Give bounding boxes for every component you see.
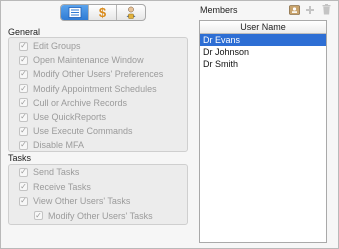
privilege-checkbox[interactable]: ✓: [19, 112, 28, 122]
privilege-checkbox[interactable]: ✓: [19, 97, 28, 108]
checkmark-icon: ✓: [20, 126, 27, 136]
privilege-checkbox[interactable]: ✓: [19, 167, 28, 177]
members-title: Members: [200, 5, 238, 15]
general-privilege-row: ✓ Cull or Archive Records: [19, 97, 127, 109]
general-privilege-row: ✓ Use QuickReports: [19, 111, 106, 123]
tab-security-privileges[interactable]: [117, 5, 145, 20]
column-header-user-name[interactable]: User Name: [200, 21, 326, 34]
member-row[interactable]: Dr Smith: [200, 58, 326, 70]
tasks-privilege-row: ✓ Receive Tasks: [19, 181, 91, 193]
checkmark-icon: ✓: [20, 41, 27, 50]
general-privilege-row: ✓ Use Execute Commands: [19, 125, 133, 137]
privilege-label: Edit Groups: [33, 41, 81, 51]
privilege-checkbox[interactable]: ✓: [19, 41, 28, 51]
tab-general-privileges[interactable]: [61, 5, 89, 20]
privilege-checkbox[interactable]: ✓: [19, 196, 28, 206]
privilege-label: Use Execute Commands: [33, 126, 133, 137]
add-member-icon[interactable]: [304, 4, 316, 15]
general-privilege-row: ✓ Modify Other Users' Preferences: [19, 68, 163, 80]
privilege-label: Open Maintenance Window: [33, 55, 144, 66]
checkmark-icon: ✓: [20, 97, 27, 107]
tasks-privilege-row: ✓ Send Tasks: [19, 166, 79, 178]
privilege-label: View Other Users' Tasks: [33, 196, 131, 206]
tasks-privilege-row: ✓ Modify Other Users' Tasks: [34, 210, 153, 222]
privilege-label: Modify Other Users' Preferences: [33, 69, 164, 80]
privilege-checkbox[interactable]: ✓: [19, 83, 28, 94]
privilege-label: Use QuickReports: [33, 112, 107, 122]
privilege-label: Receive Tasks: [33, 181, 91, 192]
privilege-checkbox[interactable]: ✓: [19, 69, 28, 79]
checkmark-icon: ✓: [20, 69, 27, 79]
checkmark-icon: ✓: [20, 112, 27, 121]
general-privilege-row: ✓ Open Maintenance Window: [19, 54, 144, 66]
privilege-category-segmented-control: $: [60, 4, 146, 21]
checkmark-icon: ✓: [20, 181, 27, 191]
tasks-privilege-row: ✓ View Other Users' Tasks: [19, 195, 130, 207]
address-book-icon[interactable]: [288, 4, 300, 15]
privilege-checkbox[interactable]: ✓: [19, 55, 28, 65]
tasks-section-title: Tasks: [8, 153, 32, 163]
user-lock-icon: [126, 6, 136, 19]
member-row[interactable]: Dr Evans: [200, 34, 326, 46]
checkmark-icon: ✓: [20, 83, 27, 93]
privilege-checkbox[interactable]: ✓: [19, 126, 28, 136]
privilege-label: Modify Other Users' Tasks: [48, 210, 153, 221]
trash-icon[interactable]: [320, 4, 332, 15]
checkmark-icon: ✓: [35, 210, 42, 220]
member-row[interactable]: Dr Johnson: [200, 46, 326, 58]
privilege-checkbox[interactable]: ✓: [19, 182, 28, 191]
general-privilege-row: ✓ Modify Appointment Schedules: [19, 83, 157, 95]
privilege-checkbox[interactable]: ✓: [34, 211, 43, 220]
privilege-label: Send Tasks: [33, 167, 80, 177]
tab-financial-privileges[interactable]: $: [89, 5, 117, 20]
checkmark-icon: ✓: [20, 196, 27, 205]
privilege-label: Cull or Archive Records: [33, 97, 128, 108]
checkmark-icon: ✓: [20, 167, 27, 176]
members-table: User Name Dr Evans Dr Johnson Dr Smith: [199, 20, 327, 243]
dollar-icon: $: [98, 5, 107, 20]
privilege-checkbox[interactable]: ✓: [19, 140, 28, 150]
privilege-label: Disable MFA: [33, 140, 85, 151]
list-icon: [68, 7, 81, 18]
checkmark-icon: ✓: [20, 140, 27, 150]
privilege-label: Modify Appointment Schedules: [33, 83, 157, 94]
checkmark-icon: ✓: [20, 55, 27, 65]
general-privilege-row: ✓ Disable MFA: [19, 139, 84, 151]
general-privilege-row: ✓ Edit Groups: [19, 40, 81, 52]
general-section-title: General: [8, 27, 41, 37]
